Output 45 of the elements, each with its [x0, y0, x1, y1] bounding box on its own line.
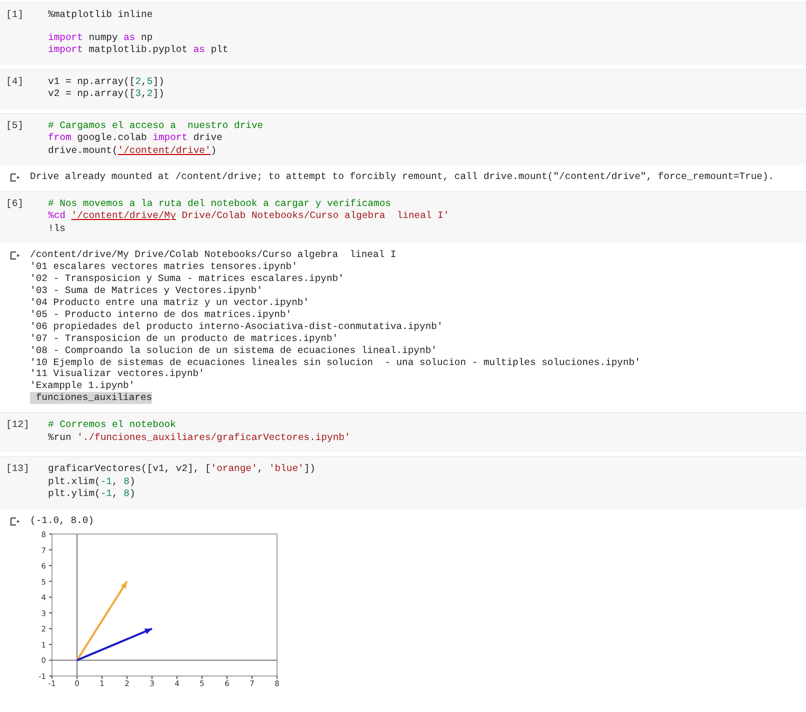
output-line: '02 - Transposicion y Suma - matrices escalares.ipynb' — [30, 273, 344, 286]
code-line: %matplotlib inline — [48, 9, 154, 22]
output-line: /content/drive/My Drive/Colab Notebooks/Curso algebra lineal I — [30, 249, 396, 262]
output-line: '06 propiedades del producto interno-Asociativa-dist-conmutativa.ipynb' — [30, 320, 443, 333]
code-cell[interactable]: [5] # Cargamos el acceso a nuestro drive from google.colab import drive drive.mount('/content/drive') — [0, 112, 806, 165]
output-line: '08 - Comproando la solucion de un sistema de ecuaciones lineal.ipynb' — [30, 344, 437, 357]
code-line: graficarVectores([v1, v2], ['orange', 'blue']) — [48, 463, 316, 476]
execution-count: [1] — [5, 9, 24, 22]
code-line: %run './funciones_auxiliares/graficarVectores.ipynb' — [48, 432, 350, 444]
output-icon — [10, 173, 20, 182]
output-line: '03 - Suma de Matrices y Vectores.ipynb' — [30, 285, 263, 298]
output-line: 'Exampple 1.ipynb' — [30, 380, 135, 392]
code-line: # Nos movemos a la ruta del notebook a cargar y verificamos — [48, 198, 392, 210]
output-icon — [10, 516, 20, 526]
code-line: plt.ylim(-1, 8) — [48, 488, 136, 501]
code-line: v2 = np.array([3,2]) — [48, 88, 164, 100]
output-line: '01 escalares vectores matries tensores.ipynb' — [30, 261, 298, 274]
code-line: import matplotlib.pyplot as plt — [48, 44, 228, 56]
execution-count: [4] — [5, 76, 24, 88]
code-line: v1 = np.array([2,5]) — [48, 76, 164, 88]
output-line: '11 Visualizar vectores.ipynb' — [30, 368, 204, 380]
execution-count: [12] — [5, 419, 30, 432]
code-cell[interactable]: [4] v1 = np.array([2,5]) v2 = np.array([3,2]) — [0, 68, 806, 108]
code-line: # Corremos el notebook — [48, 419, 177, 432]
code-cell[interactable]: [6] # Nos movemos a la ruta del notebook a cargar y verificamos %cd '/content/drive/My Drive/Colab Notebooks/Curso algebra lineal I' !ls — [0, 190, 806, 244]
code-line: # Cargamos el acceso a nuestro drive — [48, 120, 264, 132]
execution-count: [6] — [5, 198, 24, 211]
code-line: drive.mount('/content/drive') — [48, 144, 218, 157]
code-cell[interactable]: [13] graficarVectores([v1, v2], ['orange', 'blue']) plt.xlim(-1, 8) plt.ylim(-1, 8) — [0, 456, 806, 509]
code-line: %cd '/content/drive/My Drive/Colab Notebooks/Curso algebra lineal I' — [48, 210, 450, 223]
code-line: !ls — [48, 222, 66, 236]
output-line: (-1.0, 8.0) — [30, 514, 94, 527]
code-line: plt.xlim(-1, 8) — [48, 476, 136, 488]
execution-count: [13] — [5, 463, 30, 476]
output-line: '10 Ejemplo de sistemas de ecuaciones lineales sin solucion - una solucion - multiples soluciones.ipynb' — [30, 356, 640, 368]
output-line: '04 Producto entre una matriz y un vector.ipynb' — [30, 297, 310, 309]
output-line: '07 - Transposicion de un producto de matrices.ipynb' — [30, 332, 338, 345]
output-line: '05 - Producto interno de dos matrices.ipynb' — [30, 308, 292, 321]
execution-count: [5] — [5, 120, 24, 132]
output-line: Drive already mounted at /content/drive; to attempt to forcibly remount, call drive.mount("/content/drive", force_remount=True). — [30, 171, 774, 183]
code-cell[interactable]: [12] # Corremos el notebook %run './funciones_auxiliares/graficarVectores.ipynb' — [0, 412, 806, 452]
code-cell[interactable]: [1] %matplotlib inline import numpy as np import matplotlib.pyplot as plt — [0, 2, 806, 64]
output-icon — [10, 251, 20, 260]
code-line: from google.colab import drive — [48, 132, 224, 144]
code-line: import numpy as np — [48, 32, 154, 44]
